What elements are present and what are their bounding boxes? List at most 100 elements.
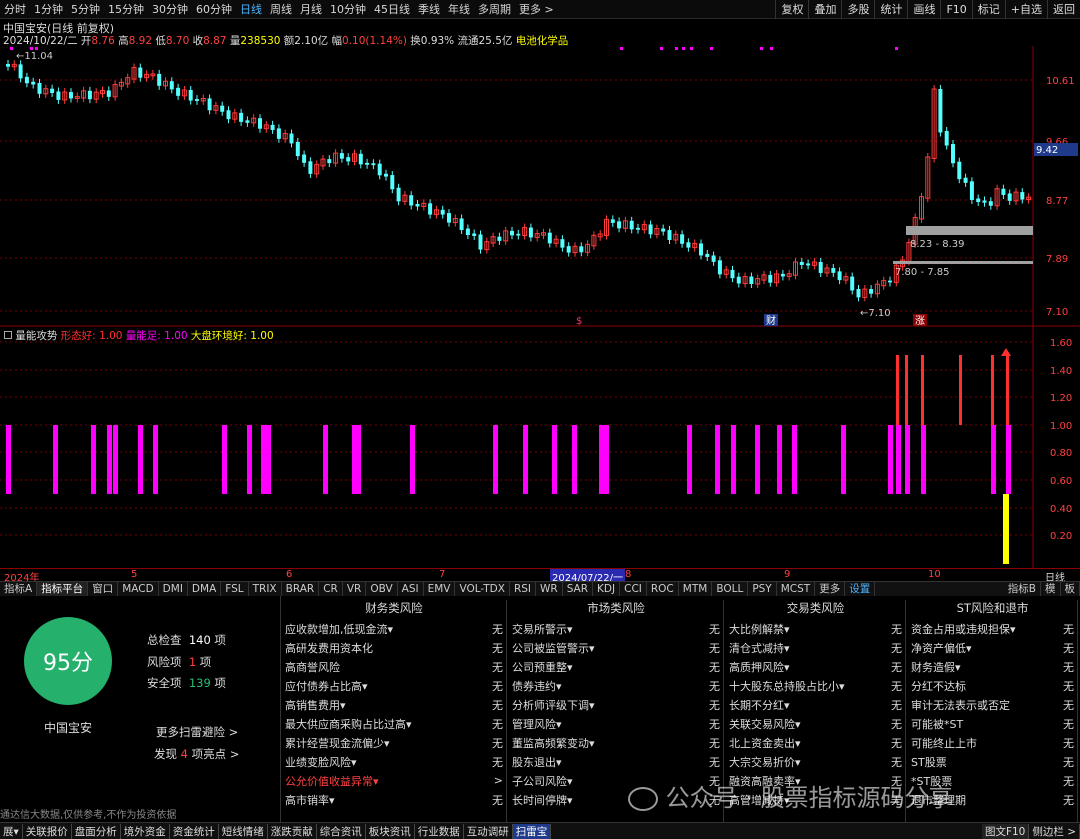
period-3[interactable]: 15分钟 <box>104 1 148 17</box>
indicator-tab-19[interactable]: CCI <box>620 582 647 596</box>
risk-item[interactable]: 高商誉风险 无 <box>285 657 503 676</box>
risk-item[interactable]: ST股票 无 <box>911 752 1074 771</box>
risk-item[interactable]: 高质押风险▾ 无 <box>729 657 902 676</box>
risk-item[interactable]: 董监高频繁变动▾ 无 <box>512 733 720 752</box>
risk-item[interactable]: 北上资金卖出▾ 无 <box>729 733 902 752</box>
period-4[interactable]: 30分钟 <box>148 1 192 17</box>
risk-item[interactable]: 大宗交易折价▾ 无 <box>729 752 902 771</box>
indicator-tab-23[interactable]: PSY <box>748 582 777 596</box>
indicator-tab-22[interactable]: BOLL <box>712 582 749 596</box>
risk-item[interactable]: 应收款增加,低现金流▾ 无 <box>285 619 503 638</box>
status-tab-11[interactable]: 扫雷宝 <box>512 823 552 839</box>
period-1[interactable]: 1分钟 <box>30 1 67 17</box>
toolbar-button-4[interactable]: 画线 <box>907 0 940 19</box>
risk-item[interactable]: 分析师评级下调▾ 无 <box>512 695 720 714</box>
risk-item[interactable]: 业绩变脸风险▾ 无 <box>285 752 503 771</box>
indicator-tab-24[interactable]: MCST <box>777 582 816 596</box>
risk-item[interactable]: 大比例解禁▾ 无 <box>729 619 902 638</box>
toolbar-button-5[interactable]: F10 <box>940 0 971 19</box>
status-tab-2[interactable]: 盘面分析 <box>72 823 121 839</box>
period-8[interactable]: 月线 <box>296 1 326 17</box>
indicator-tab-15[interactable]: RSI <box>510 582 536 596</box>
period-5[interactable]: 60分钟 <box>192 1 236 17</box>
risk-item[interactable]: 高市销率▾ 无 <box>285 790 503 809</box>
indicator-tab-9[interactable]: CR <box>319 582 343 596</box>
indicator-tab-13[interactable]: EMV <box>424 582 456 596</box>
toolbar-button-6[interactable]: 标记 <box>971 0 1005 19</box>
period-7[interactable]: 周线 <box>266 1 296 17</box>
sidebar-button[interactable]: 侧边栏 > <box>1029 823 1080 839</box>
indicator-tab-right-2[interactable]: 板 <box>1061 582 1080 596</box>
risk-item[interactable]: 关联交易风险▾ 无 <box>729 714 902 733</box>
indicator-tab-11[interactable]: OBV <box>366 582 398 596</box>
status-tab-7[interactable]: 综合资讯 <box>317 823 366 839</box>
indicator-tab-26[interactable]: 设置 <box>845 582 876 596</box>
indicator-tab-0[interactable]: 指标A <box>0 582 38 596</box>
toolbar-button-1[interactable]: 叠加 <box>808 0 841 19</box>
indicator-tab-12[interactable]: ASI <box>398 582 424 596</box>
highlights-link[interactable]: 发现 4 项亮点 > <box>154 746 239 762</box>
toolbar-button-8[interactable]: 返回 <box>1047 0 1080 19</box>
status-tab-8[interactable]: 板块资讯 <box>366 823 415 839</box>
indicator-tab-25[interactable]: 更多 <box>815 582 846 596</box>
indicator-tab-17[interactable]: SAR <box>563 582 594 596</box>
risk-item[interactable]: 管理风险▾ 无 <box>512 714 720 733</box>
indicator-tab-16[interactable]: WR <box>536 582 563 596</box>
status-tab-9[interactable]: 行业数据 <box>415 823 464 839</box>
toolbar-button-7[interactable]: +自选 <box>1004 0 1047 19</box>
risk-item[interactable]: 公允价值收益异常▾ > <box>285 771 503 790</box>
risk-item[interactable]: 累计经营现金流偏少▾ 无 <box>285 733 503 752</box>
risk-item[interactable]: 交易所警示▾ 无 <box>512 619 720 638</box>
toolbar-button-3[interactable]: 统计 <box>874 0 907 19</box>
indicator-tab-right-0[interactable]: 指标B <box>1004 582 1041 596</box>
risk-item[interactable]: 资金占用或违规担保▾ 无 <box>911 619 1074 638</box>
indicator-tab-2[interactable]: 窗口 <box>88 582 119 596</box>
risk-item[interactable]: 清仓式减持▾ 无 <box>729 638 902 657</box>
indicator-tab-8[interactable]: BRAR <box>282 582 320 596</box>
status-tab-1[interactable]: 关联报价 <box>23 823 72 839</box>
indicator-tab-7[interactable]: TRIX <box>249 582 282 596</box>
risk-item[interactable]: 审计无法表示或否定 无 <box>911 695 1074 714</box>
period-9[interactable]: 10分钟 <box>326 1 370 17</box>
status-tab-3[interactable]: 境外资金 <box>121 823 170 839</box>
period-2[interactable]: 5分钟 <box>67 1 104 17</box>
status-tab-10[interactable]: 互动调研 <box>464 823 513 839</box>
risk-item[interactable]: 净资产偏低▾ 无 <box>911 638 1074 657</box>
period-10[interactable]: 45日线 <box>370 1 414 17</box>
risk-item[interactable]: 最大供应商采购占比过高▾ 无 <box>285 714 503 733</box>
indicator-tab-6[interactable]: FSL <box>221 582 249 596</box>
risk-item[interactable]: 可能被*ST 无 <box>911 714 1074 733</box>
indicator-tab-20[interactable]: ROC <box>647 582 679 596</box>
indicator-tab-3[interactable]: MACD <box>118 582 159 596</box>
risk-item[interactable]: 高销售费用▾ 无 <box>285 695 503 714</box>
risk-item[interactable]: 十大股东总持股占比小▾ 无 <box>729 676 902 695</box>
toolbar-button-0[interactable]: 复权 <box>775 0 808 19</box>
risk-item[interactable]: 分红不达标 无 <box>911 676 1074 695</box>
f10-button[interactable]: 图文F10 <box>981 823 1030 839</box>
status-tab-4[interactable]: 资金统计 <box>170 823 219 839</box>
period-11[interactable]: 季线 <box>414 1 444 17</box>
risk-item[interactable]: 应付债券占比高▾ 无 <box>285 676 503 695</box>
risk-item[interactable]: 股东退出▾ 无 <box>512 752 720 771</box>
indicator-tab-1[interactable]: 指标平台 <box>37 582 89 596</box>
indicator-tab-10[interactable]: VR <box>343 582 367 596</box>
risk-item[interactable]: 财务造假▾ 无 <box>911 657 1074 676</box>
indicator-tab-right-1[interactable]: 模 <box>1041 582 1061 596</box>
indicator-tab-14[interactable]: VOL-TDX <box>455 582 510 596</box>
period-12[interactable]: 年线 <box>444 1 474 17</box>
more-scan-link[interactable]: 更多扫雷避险 > <box>156 724 238 740</box>
period-6[interactable]: 日线 <box>236 1 266 17</box>
status-tab-0[interactable]: 展▾ <box>0 823 23 839</box>
period-14[interactable]: 更多 > <box>515 1 558 17</box>
indicator-tab-18[interactable]: KDJ <box>593 582 621 596</box>
status-tab-6[interactable]: 涨跌贡献 <box>268 823 317 839</box>
risk-item[interactable]: 公司被监管警示▾ 无 <box>512 638 720 657</box>
risk-item[interactable]: 高研发费用资本化 无 <box>285 638 503 657</box>
toolbar-button-2[interactable]: 多股 <box>841 0 874 19</box>
risk-item[interactable]: 公司预重整▾ 无 <box>512 657 720 676</box>
status-tab-5[interactable]: 短线情绪 <box>219 823 268 839</box>
risk-item[interactable]: 可能终止上市 无 <box>911 733 1074 752</box>
period-13[interactable]: 多周期 <box>474 1 515 17</box>
period-0[interactable]: 分时 <box>0 1 30 17</box>
indicator-tab-5[interactable]: DMA <box>188 582 222 596</box>
